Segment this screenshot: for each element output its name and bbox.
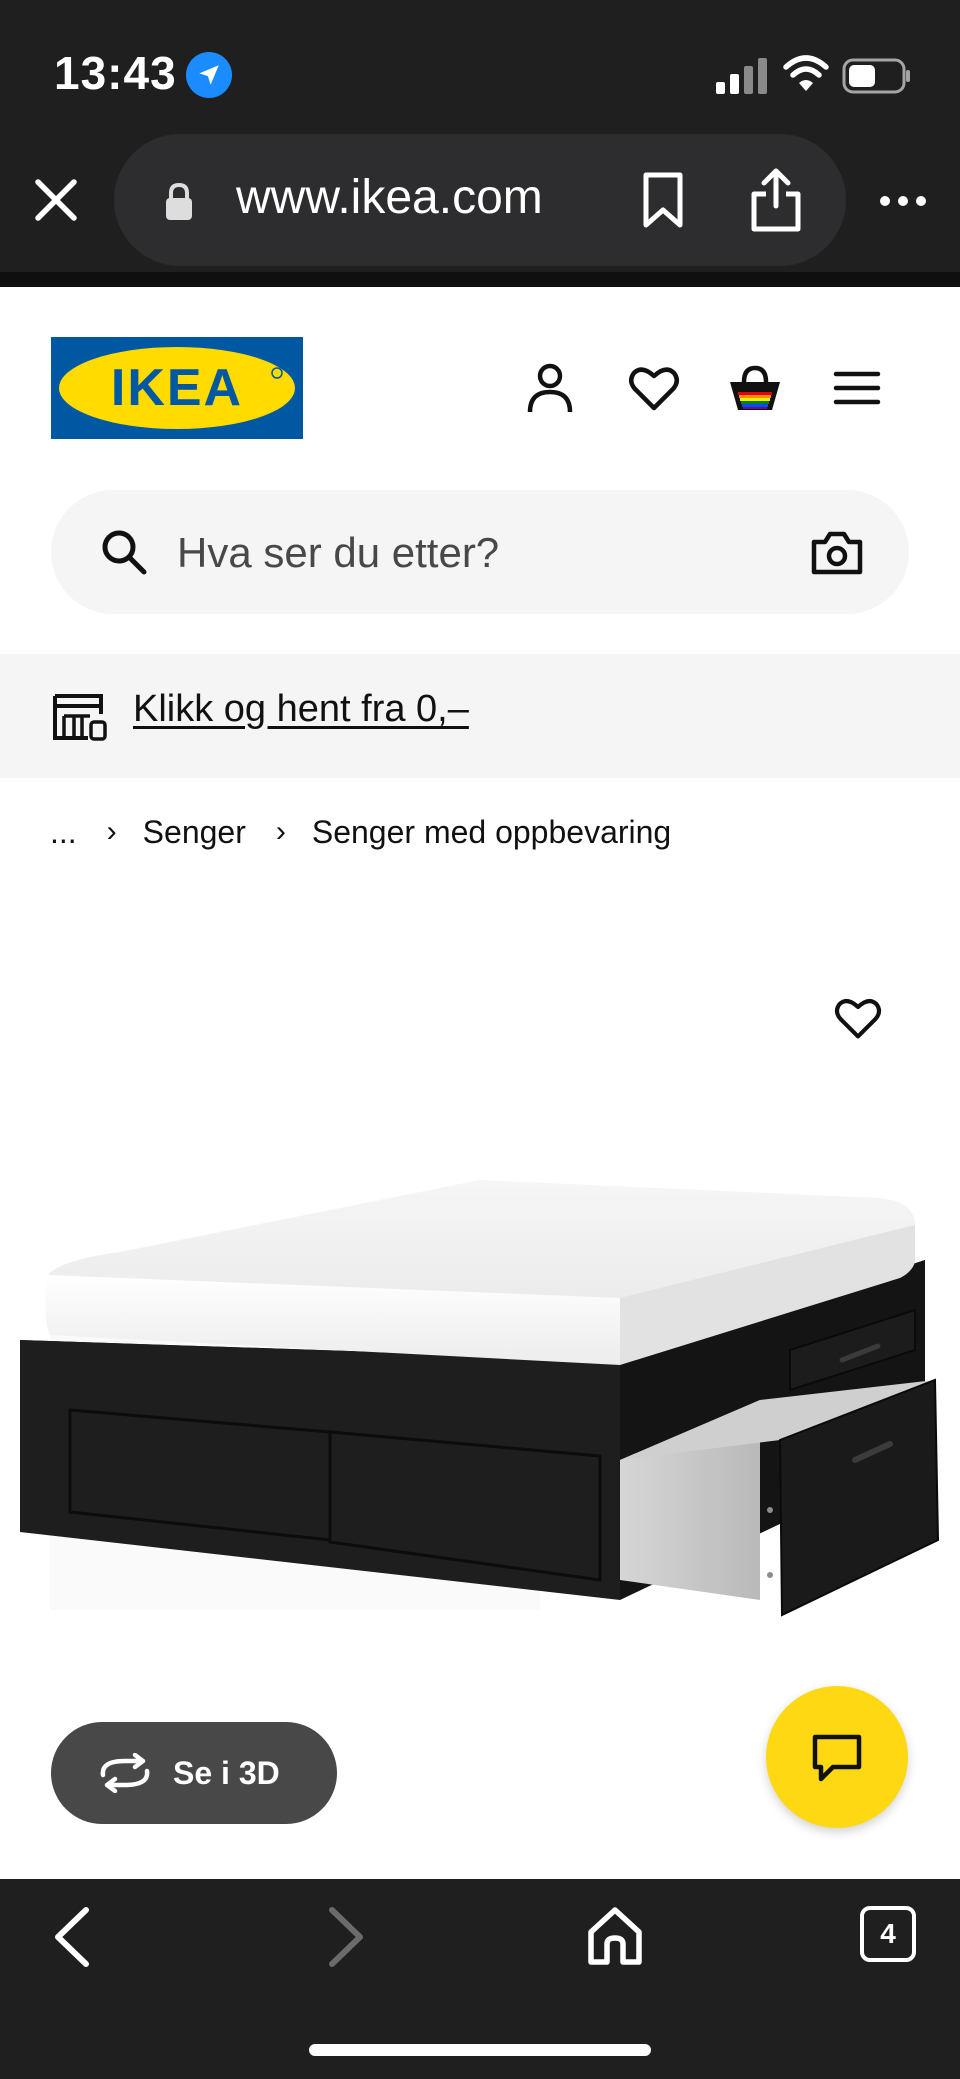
search-icon — [102, 530, 147, 575]
heart-icon — [629, 367, 679, 411]
breadcrumb-ellipsis[interactable]: ... — [50, 814, 77, 851]
close-icon — [35, 179, 77, 221]
forward-button[interactable] — [320, 1904, 370, 1970]
chevron-right-icon — [329, 1907, 363, 1967]
store-pickup-icon — [53, 694, 107, 741]
view-in-3d-label: Se i 3D — [173, 1754, 280, 1791]
battery-icon — [842, 58, 910, 94]
account-icon — [527, 363, 573, 413]
heart-icon — [834, 999, 882, 1039]
home-icon — [588, 1907, 642, 1965]
menu-button[interactable] — [832, 364, 882, 412]
home-indicator — [309, 2044, 651, 2056]
lock-icon — [166, 182, 192, 220]
wishlist-button[interactable] — [626, 360, 682, 416]
camera-icon — [811, 531, 863, 575]
save-product-button[interactable] — [832, 994, 884, 1042]
shopping-bag-icon — [730, 365, 780, 410]
account-button[interactable] — [522, 360, 578, 416]
status-bar: 13:43 — [0, 0, 960, 140]
chevron-left-icon — [55, 1907, 89, 1967]
breadcrumb-item-storage-beds[interactable]: Senger med oppbevaring — [312, 814, 671, 851]
chat-button[interactable] — [766, 1686, 908, 1828]
chevron-right-icon: › — [106, 815, 117, 848]
more-dots-icon — [880, 196, 926, 206]
back-button[interactable] — [48, 1904, 98, 1970]
search-input[interactable] — [175, 520, 779, 586]
breadcrumb: ... › Senger › Senger med oppbevaring — [50, 810, 671, 854]
share-icon — [751, 168, 801, 232]
click-collect-link[interactable]: Klikk og hent fra 0,– — [133, 688, 469, 731]
rotate-3d-icon — [100, 1753, 150, 1793]
home-button[interactable] — [586, 1904, 644, 1968]
signal-icon — [716, 58, 767, 94]
more-options-button[interactable] — [878, 186, 928, 216]
share-button[interactable] — [746, 166, 806, 234]
bookmark-icon — [643, 172, 683, 228]
chrome-divider — [0, 272, 960, 287]
bookmark-button[interactable] — [638, 170, 688, 230]
ikea-logo-text: IKEA — [111, 359, 243, 417]
product-image[interactable] — [0, 880, 960, 1780]
chevron-right-icon: › — [275, 815, 286, 848]
status-time: 13:43 — [54, 47, 177, 99]
chat-bubble-icon — [812, 1734, 862, 1782]
view-in-3d-button[interactable]: Se i 3D — [51, 1722, 337, 1824]
location-icon — [186, 52, 232, 98]
shopping-bag-button[interactable] — [726, 362, 784, 416]
close-tab-button[interactable] — [28, 172, 84, 228]
tabs-button[interactable]: 4 — [860, 1906, 916, 1962]
hamburger-menu-icon — [833, 371, 881, 405]
ikea-logo[interactable]: IKEA — [51, 337, 303, 439]
camera-search-button[interactable] — [810, 530, 864, 576]
browser-top-chrome: 13:43 www.ikea.com — [0, 0, 960, 287]
url-text[interactable]: www.ikea.com — [236, 170, 543, 225]
wifi-icon — [783, 55, 829, 91]
breadcrumb-item-beds[interactable]: Senger — [143, 814, 246, 851]
